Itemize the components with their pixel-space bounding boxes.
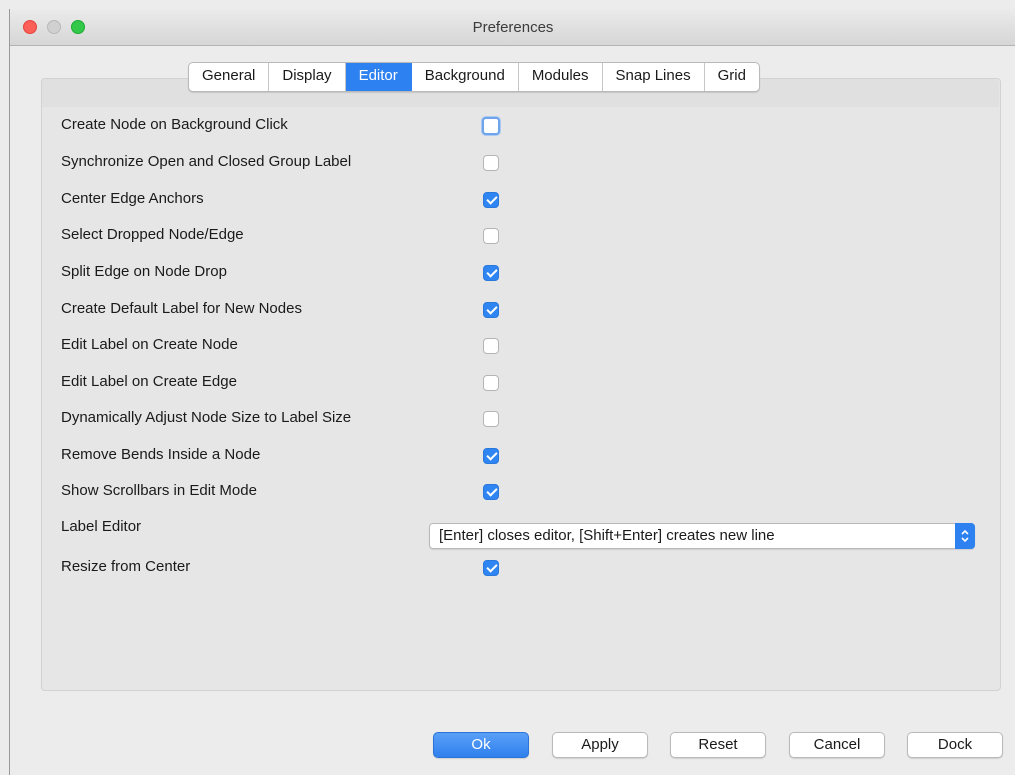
label-editor-value: [Enter] closes editor, [Shift+Enter] cre… (439, 527, 775, 544)
tab-snap-lines[interactable]: Snap Lines (603, 63, 705, 91)
ok-button[interactable]: Ok (433, 732, 529, 758)
cancel-button[interactable]: Cancel (789, 732, 885, 758)
create-default-label-checkbox[interactable] (483, 302, 499, 318)
tab-display[interactable]: Display (269, 63, 346, 91)
window-title: Preferences (472, 19, 554, 36)
option-label: Select Dropped Node/Edge (61, 226, 244, 243)
reset-button[interactable]: Reset (670, 732, 766, 758)
select-dropped-node-edge-checkbox[interactable] (483, 228, 499, 244)
synchronize-group-label-checkbox[interactable] (483, 155, 499, 171)
adjust-node-size-checkbox[interactable] (483, 411, 499, 427)
dock-button[interactable]: Dock (907, 732, 1003, 758)
option-label: Split Edge on Node Drop (61, 263, 227, 280)
option-label: Resize from Center (61, 558, 191, 575)
option-label: Create Node on Background Click (61, 116, 288, 133)
tab-grid[interactable]: Grid (705, 63, 759, 91)
tab-modules[interactable]: Modules (519, 63, 603, 91)
label-editor-select[interactable]: [Enter] closes editor, [Shift+Enter] cre… (429, 523, 975, 549)
apply-button[interactable]: Apply (552, 732, 648, 758)
edit-label-on-create-node-checkbox[interactable] (483, 338, 499, 354)
create-node-on-background-click-checkbox[interactable] (482, 117, 500, 135)
remove-bends-inside-node-checkbox[interactable] (483, 448, 499, 464)
option-label: Edit Label on Create Node (61, 336, 238, 353)
option-label: Show Scrollbars in Edit Mode (61, 482, 257, 499)
tab-bar: General Display Editor Background Module… (188, 62, 760, 92)
select-arrows-icon[interactable] (955, 523, 975, 549)
center-edge-anchors-checkbox[interactable] (483, 192, 499, 208)
option-label: Center Edge Anchors (61, 190, 204, 207)
resize-from-center-checkbox[interactable] (483, 560, 499, 576)
split-edge-on-node-drop-checkbox[interactable] (483, 265, 499, 281)
option-label: Synchronize Open and Closed Group Label (61, 153, 352, 170)
tab-background[interactable]: Background (412, 63, 519, 91)
edit-label-on-create-edge-checkbox[interactable] (483, 375, 499, 391)
option-label: Create Default Label for New Nodes (61, 300, 302, 317)
option-label: Remove Bends Inside a Node (61, 446, 261, 463)
option-label: Dynamically Adjust Node Size to Label Si… (61, 409, 352, 426)
preferences-window: Preferences General Display Editor Backg… (9, 9, 1015, 775)
tab-general[interactable]: General (189, 63, 270, 91)
show-scrollbars-checkbox[interactable] (483, 484, 499, 500)
title-bar[interactable]: Preferences (10, 9, 1015, 46)
tab-editor[interactable]: Editor (345, 63, 412, 91)
option-label: Edit Label on Create Edge (61, 373, 237, 390)
label-editor-label: Label Editor (61, 518, 142, 535)
